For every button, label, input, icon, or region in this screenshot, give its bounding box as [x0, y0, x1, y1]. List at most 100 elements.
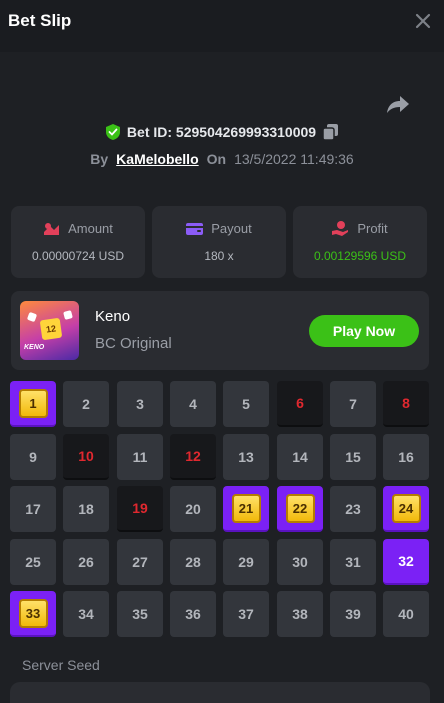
- amount-label: Amount: [68, 221, 113, 236]
- keno-cell-35[interactable]: 35: [117, 591, 163, 637]
- keno-cell-21[interactable]: 21: [223, 486, 269, 532]
- keno-cell-1[interactable]: 1: [10, 381, 56, 427]
- cell-number: 40: [398, 606, 414, 622]
- keno-cell-27[interactable]: 27: [117, 539, 163, 585]
- keno-cell-14[interactable]: 14: [277, 434, 323, 480]
- keno-cell-30[interactable]: 30: [277, 539, 323, 585]
- keno-cell-2[interactable]: 2: [63, 381, 109, 427]
- cell-number: 6: [296, 395, 304, 411]
- keno-cell-28[interactable]: 28: [170, 539, 216, 585]
- cell-number: 10: [78, 448, 94, 464]
- thumb-label: KENO: [24, 344, 45, 351]
- copy-icon[interactable]: [323, 124, 339, 140]
- keno-cell-6[interactable]: 6: [277, 381, 323, 427]
- keno-cell-24[interactable]: 24: [383, 486, 429, 532]
- keno-cell-25[interactable]: 25: [10, 539, 56, 585]
- server-seed-label: Server Seed: [22, 657, 100, 673]
- payout-card: Payout 180 x: [152, 206, 286, 278]
- cell-number: 12: [185, 448, 201, 464]
- keno-cell-18[interactable]: 18: [63, 486, 109, 532]
- keno-cell-12[interactable]: 12: [170, 434, 216, 480]
- cell-number: 13: [238, 449, 254, 465]
- keno-cell-33[interactable]: 33: [10, 591, 56, 637]
- game-card: 12 KENO Keno BC Original Play Now: [11, 291, 429, 370]
- coins-icon: [44, 222, 60, 235]
- keno-cell-38[interactable]: 38: [277, 591, 323, 637]
- keno-cell-8[interactable]: 8: [383, 381, 429, 427]
- keno-cell-4[interactable]: 4: [170, 381, 216, 427]
- header-bar: Bet Slip: [0, 0, 444, 52]
- cell-number: 34: [78, 606, 94, 622]
- cell-number: 20: [185, 501, 201, 517]
- cell-number: 30: [292, 554, 308, 570]
- cell-number: 15: [345, 449, 361, 465]
- on-label: On: [206, 151, 227, 167]
- keno-cell-40[interactable]: 40: [383, 591, 429, 637]
- cell-number: 18: [78, 501, 94, 517]
- keno-cell-29[interactable]: 29: [223, 539, 269, 585]
- cell-number: 19: [132, 500, 148, 516]
- keno-cell-9[interactable]: 9: [10, 434, 56, 480]
- by-label: By: [90, 151, 109, 167]
- game-name: Keno: [95, 308, 131, 325]
- payout-label: Payout: [211, 221, 252, 236]
- cell-number: 16: [398, 449, 414, 465]
- keno-cell-37[interactable]: 37: [223, 591, 269, 637]
- cell-number: 29: [238, 554, 254, 570]
- cell-number: 25: [25, 554, 41, 570]
- cell-number: 23: [345, 501, 361, 517]
- cell-number: 5: [242, 396, 250, 412]
- author-row: By KaMelobello On 13/5/2022 11:49:36: [0, 149, 444, 169]
- bet-id-row: Bet ID: 529504269993310009: [0, 122, 444, 142]
- keno-cell-31[interactable]: 31: [330, 539, 376, 585]
- cell-number: 28: [185, 554, 201, 570]
- cell-number: 39: [345, 606, 361, 622]
- payout-value: 180 x: [204, 249, 234, 263]
- keno-cell-10[interactable]: 10: [63, 434, 109, 480]
- cell-number: 2: [82, 396, 90, 412]
- cell-number: 38: [292, 606, 308, 622]
- hit-gem-number: 1: [18, 388, 48, 418]
- keno-cell-17[interactable]: 17: [10, 486, 56, 532]
- verified-shield-icon: [105, 124, 120, 140]
- profit-value: 0.00129596 USD: [313, 249, 407, 263]
- keno-cell-5[interactable]: 5: [223, 381, 269, 427]
- keno-grid: 1 2 3 4 5 6 7 8 9 10 11 12 13 14 15 16 17 18 19 20 21 22 23 24 2…: [10, 381, 430, 637]
- profit-card: Profit 0.00129596 USD: [293, 206, 427, 278]
- keno-cell-16[interactable]: 16: [383, 434, 429, 480]
- cell-number: 7: [349, 396, 357, 412]
- play-now-button[interactable]: Play Now: [309, 315, 419, 347]
- keno-cell-11[interactable]: 11: [117, 434, 163, 480]
- keno-cell-15[interactable]: 15: [330, 434, 376, 480]
- cell-number: 4: [189, 396, 197, 412]
- cell-number: 32: [398, 553, 414, 569]
- share-icon[interactable]: [386, 94, 410, 114]
- cell-number: 11: [132, 449, 148, 465]
- keno-cell-32[interactable]: 32: [383, 539, 429, 585]
- keno-cell-36[interactable]: 36: [170, 591, 216, 637]
- keno-cell-39[interactable]: 39: [330, 591, 376, 637]
- bet-id: Bet ID: 529504269993310009: [126, 124, 317, 140]
- keno-cell-22[interactable]: 22: [277, 486, 323, 532]
- profit-label: Profit: [357, 221, 388, 236]
- keno-cell-19[interactable]: 19: [117, 486, 163, 532]
- keno-cell-23[interactable]: 23: [330, 486, 376, 532]
- cell-number: 36: [185, 606, 201, 622]
- keno-cell-3[interactable]: 3: [117, 381, 163, 427]
- page-title: Bet Slip: [8, 11, 72, 30]
- server-seed-field[interactable]: [10, 682, 430, 703]
- close-icon[interactable]: [414, 12, 432, 30]
- keno-cell-20[interactable]: 20: [170, 486, 216, 532]
- cell-number: 27: [132, 554, 148, 570]
- profit-hand-icon: [332, 221, 349, 236]
- amount-value: 0.00000724 USD: [31, 249, 125, 263]
- username-link[interactable]: KaMelobello: [116, 151, 198, 167]
- keno-cell-13[interactable]: 13: [223, 434, 269, 480]
- cell-number: 8: [402, 395, 410, 411]
- keno-cell-34[interactable]: 34: [63, 591, 109, 637]
- keno-cell-26[interactable]: 26: [63, 539, 109, 585]
- game-subtitle: BC Original: [95, 335, 172, 352]
- keno-cell-7[interactable]: 7: [330, 381, 376, 427]
- hit-gem-number: 33: [18, 598, 48, 628]
- cell-number: 26: [78, 554, 94, 570]
